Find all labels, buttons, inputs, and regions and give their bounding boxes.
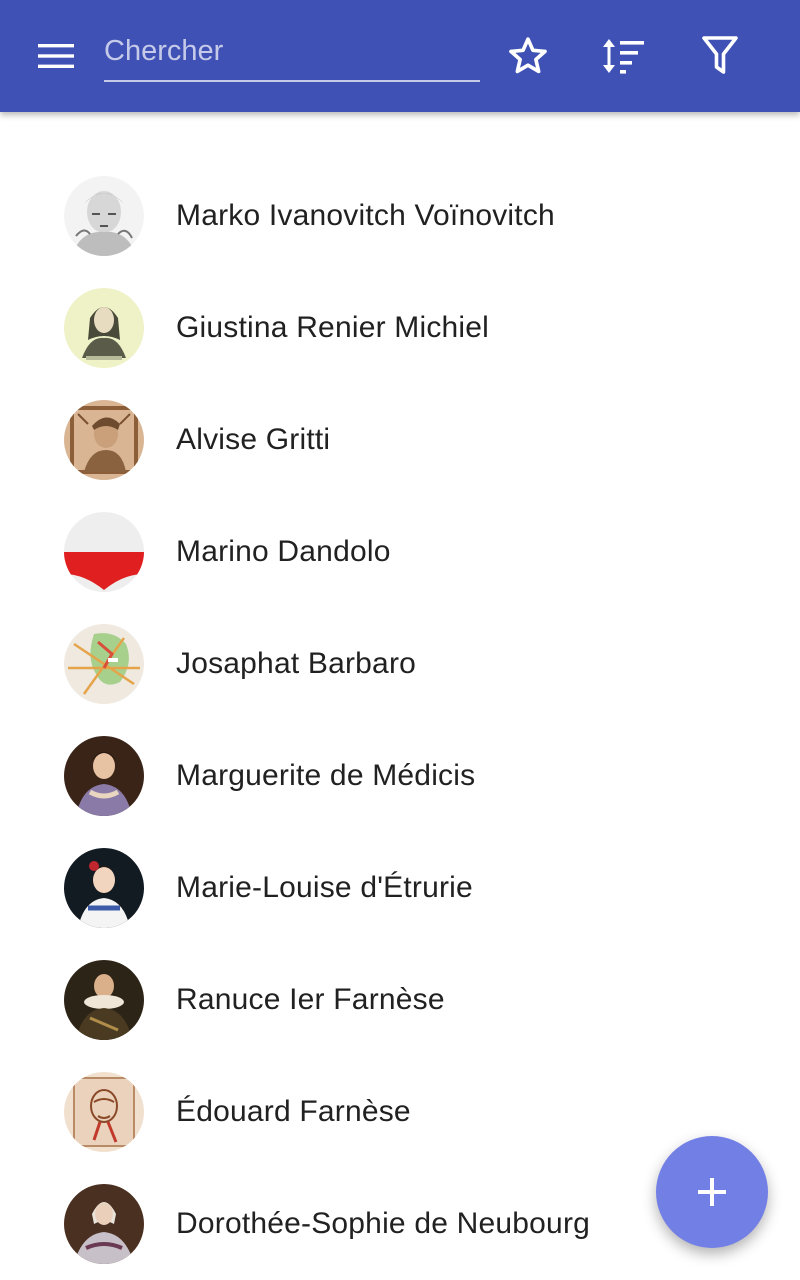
person-name: Dorothée-Sophie de Neubourg: [176, 1207, 591, 1240]
list-item[interactable]: Alvise Gritti: [0, 384, 800, 496]
portrait-painting-icon: [64, 1184, 144, 1264]
person-name: Marguerite de Médicis: [176, 759, 476, 792]
portrait-woodcut-icon: [64, 400, 144, 480]
hamburger-menu-icon: [38, 44, 74, 68]
person-name: Édouard Farnèse: [176, 1095, 411, 1128]
person-name: Alvise Gritti: [176, 423, 331, 456]
person-name: Ranuce Ier Farnèse: [176, 983, 445, 1016]
map-icon: [64, 624, 144, 704]
people-list: Marko Ivanovitch Voïnovitch Giustina Ren…: [0, 160, 800, 1280]
sort-button[interactable]: [595, 28, 651, 84]
search-input[interactable]: [104, 22, 480, 82]
person-name: Marino Dandolo: [176, 535, 391, 568]
app-bar: [0, 0, 800, 112]
person-name: Josaphat Barbaro: [176, 647, 417, 680]
filter-button[interactable]: [692, 28, 748, 84]
portrait-engraving-icon: [64, 288, 144, 368]
person-name: Giustina Renier Michiel: [176, 311, 490, 344]
portrait-painting-icon: [64, 960, 144, 1040]
filter-icon: [702, 36, 738, 74]
portrait-engraving-icon: [64, 176, 144, 256]
avatar: [64, 400, 144, 480]
list-item[interactable]: Marino Dandolo: [0, 496, 800, 608]
avatar: [64, 960, 144, 1040]
coat-of-arms-icon: [64, 512, 144, 592]
list-item[interactable]: Giustina Renier Michiel: [0, 272, 800, 384]
portrait-drawing-icon: [64, 1072, 144, 1152]
list-item[interactable]: Ranuce Ier Farnèse: [0, 944, 800, 1056]
avatar: [64, 1184, 144, 1264]
search-field: [104, 22, 480, 82]
avatar: [64, 512, 144, 592]
avatar: [64, 736, 144, 816]
add-button[interactable]: [656, 1136, 768, 1248]
list-item[interactable]: Josaphat Barbaro: [0, 608, 800, 720]
favorites-button[interactable]: [500, 28, 556, 84]
person-name: Marie-Louise d'Étrurie: [176, 871, 473, 904]
list-item[interactable]: Marie-Louise d'Étrurie: [0, 832, 800, 944]
avatar: [64, 848, 144, 928]
star-outline-icon: [509, 37, 547, 74]
portrait-painting-icon: [64, 736, 144, 816]
menu-button[interactable]: [22, 32, 90, 80]
avatar: [64, 624, 144, 704]
sort-icon: [603, 39, 644, 74]
avatar: [64, 176, 144, 256]
list-item[interactable]: Marko Ivanovitch Voïnovitch: [0, 160, 800, 272]
avatar: [64, 1072, 144, 1152]
person-name: Marko Ivanovitch Voïnovitch: [176, 199, 555, 232]
avatar: [64, 288, 144, 368]
plus-icon: [698, 1178, 726, 1206]
portrait-painting-icon: [64, 848, 144, 928]
list-item[interactable]: Marguerite de Médicis: [0, 720, 800, 832]
